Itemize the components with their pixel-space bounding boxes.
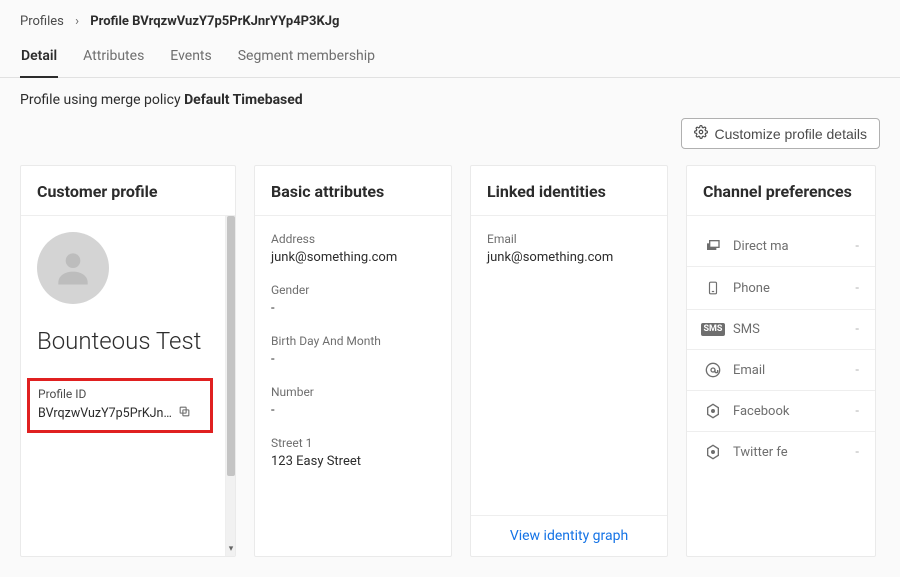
cards-grid: Customer profile Bounteous Test Profile … <box>0 165 900 577</box>
card-title: Customer profile <box>21 166 235 216</box>
merge-policy-line: Profile using merge policy Default Timeb… <box>0 78 900 108</box>
channel-row: Twitter fe - <box>687 432 875 472</box>
linked-identities-card: Linked identities Email junk@something.c… <box>470 165 668 557</box>
card-title: Channel preferences <box>687 166 875 216</box>
tab-attributes[interactable]: Attributes <box>82 38 145 78</box>
chevron-right-icon: › <box>75 14 79 29</box>
scrollbar-thumb[interactable] <box>227 216 235 476</box>
scroll-down-icon[interactable]: ▾ <box>226 544 236 554</box>
basic-attributes-card: Basic attributes Address junk@something.… <box>254 165 452 557</box>
tabs: Detail Attributes Events Segment members… <box>0 37 900 78</box>
channel-row: SMS SMS - <box>687 310 875 350</box>
customer-profile-card: Customer profile Bounteous Test Profile … <box>20 165 236 557</box>
profile-id-box: Profile ID BVrqzwVuzY7p5PrKJnrYY... <box>27 378 213 433</box>
tab-events[interactable]: Events <box>169 38 212 78</box>
copy-icon[interactable] <box>178 405 191 422</box>
attr-row: Birth Day And Month - <box>271 334 435 367</box>
card-title: Basic attributes <box>255 166 451 216</box>
sms-icon: SMS <box>703 323 723 336</box>
channel-row: Facebook - <box>687 391 875 432</box>
card-title: Linked identities <box>471 166 667 216</box>
phone-icon <box>703 279 723 297</box>
profile-id-value: BVrqzwVuzY7p5PrKJnrYY... <box>38 406 174 421</box>
direct-mail-icon <box>703 238 723 254</box>
identity-row: Email junk@something.com <box>487 232 651 265</box>
customize-profile-details-button[interactable]: Customize profile details <box>681 118 880 149</box>
attr-row: Number - <box>271 385 435 418</box>
attr-row: Gender - <box>271 283 435 316</box>
twitter-icon <box>703 444 723 460</box>
actions-row: Customize profile details <box>0 108 900 165</box>
tab-detail[interactable]: Detail <box>20 38 58 78</box>
email-icon <box>703 362 723 378</box>
attr-row: Street 1 123 Easy Street <box>271 436 435 469</box>
gear-icon <box>694 125 708 142</box>
channel-row: Direct ma - <box>687 226 875 267</box>
channel-row: Email - <box>687 350 875 391</box>
facebook-icon <box>703 403 723 419</box>
breadcrumb: Profiles › Profile BVrqzwVuzY7p5PrKJnrYY… <box>0 0 900 37</box>
channel-row: Phone - <box>687 267 875 310</box>
view-identity-graph[interactable]: View identity graph <box>471 515 667 556</box>
breadcrumb-current: Profile BVrqzwVuzY7p5PrKJnrYYp4P3KJg <box>90 14 339 29</box>
scrollbar[interactable]: ▾ <box>225 216 235 556</box>
channel-preferences-card: Channel preferences Direct ma - Phone - … <box>686 165 876 557</box>
avatar <box>37 232 109 304</box>
attr-row: Address junk@something.com <box>271 232 435 265</box>
profile-id-label: Profile ID <box>38 387 202 401</box>
breadcrumb-root[interactable]: Profiles <box>20 14 64 29</box>
view-identity-graph-link[interactable]: View identity graph <box>510 528 628 544</box>
customer-profile-scroll: Bounteous Test Profile ID BVrqzwVuzY7p5P… <box>21 216 235 556</box>
customer-name: Bounteous Test <box>37 326 209 356</box>
tab-segment-membership[interactable]: Segment membership <box>237 38 376 78</box>
